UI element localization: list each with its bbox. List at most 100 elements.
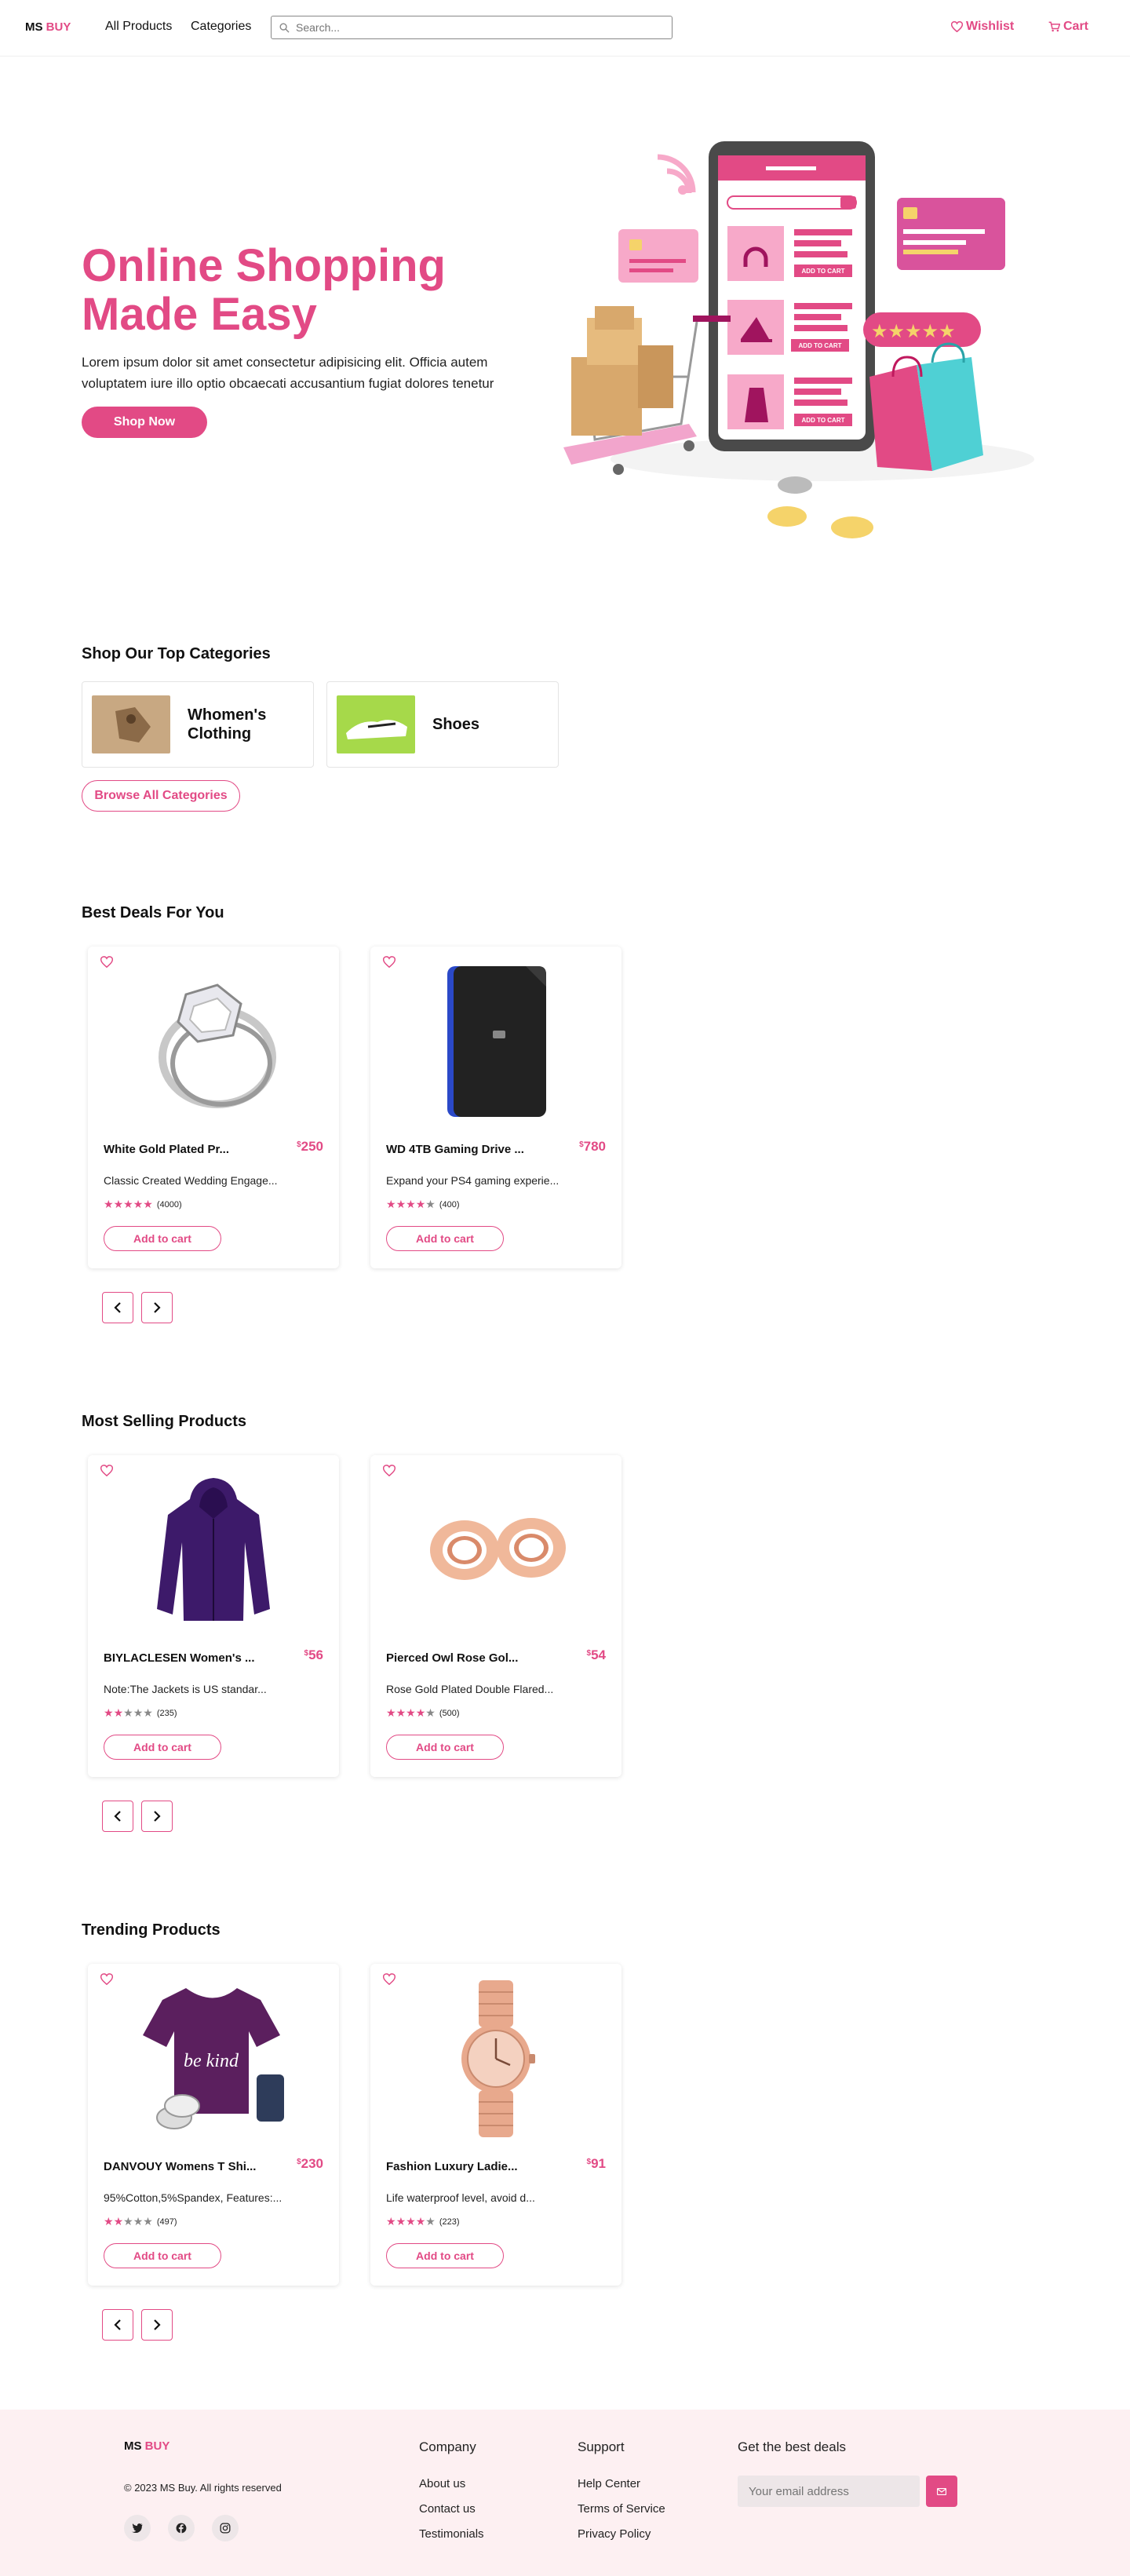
footer-link-about[interactable]: About us	[419, 2477, 465, 2490]
earrings-icon[interactable]	[417, 1468, 574, 1633]
star-icon: ★	[113, 1706, 124, 1719]
add-to-cart-button[interactable]: Add to cart	[104, 2243, 221, 2268]
footer-link-terms[interactable]: Terms of Service	[578, 2502, 665, 2516]
wishlist-heart-icon[interactable]	[382, 1973, 396, 1989]
nav-all-products[interactable]: All Products	[105, 20, 172, 34]
shop-now-button[interactable]: Shop Now	[82, 407, 207, 438]
product-description: 95%Cotton,5%Spandex, Features:...	[104, 2191, 282, 2204]
category-image-womens-clothing	[92, 695, 170, 753]
product-price: $91	[587, 2156, 606, 2172]
add-to-cart-button[interactable]: Add to cart	[386, 1226, 504, 1251]
product-rating: ★ ★ ★ ★ ★ (4000)	[104, 1198, 182, 1211]
carousel-prev-button[interactable]	[102, 1292, 133, 1323]
product-name[interactable]: Fashion Luxury Ladie...	[386, 2160, 551, 2173]
star-icon: ★	[406, 1198, 416, 1210]
browse-all-categories-button[interactable]: Browse All Categories	[82, 780, 240, 812]
ring-icon[interactable]	[135, 959, 292, 1124]
price-currency: $	[297, 2158, 301, 2166]
footer: MS BUY © 2023 MS Buy. All rights reserve…	[0, 2410, 1130, 2576]
star-icon: ★	[406, 1706, 416, 1719]
copyright: © 2023 MS Buy. All rights reserved	[124, 2482, 282, 2494]
star-icon: ★	[143, 1198, 153, 1210]
carousel-next-button[interactable]	[141, 2309, 173, 2341]
product-description: Note:The Jackets is US standar...	[104, 1683, 267, 1695]
star-icon: ★	[143, 2215, 153, 2228]
tshirt-icon[interactable]: be kind	[135, 1976, 292, 2141]
product-rating: ★ ★ ★ ★ ★ (400)	[386, 1198, 460, 1211]
carousel-next-button[interactable]	[141, 1801, 173, 1832]
product-card[interactable]: be kind DANVOUY Womens T Shi... $230 95%…	[88, 1964, 339, 2286]
star-icon: ★	[386, 1198, 396, 1210]
footer-link-testimonials[interactable]: Testimonials	[419, 2527, 484, 2541]
carousel-prev-button[interactable]	[102, 1801, 133, 1832]
wishlist-heart-icon[interactable]	[100, 1465, 114, 1480]
footer-link-help[interactable]: Help Center	[578, 2477, 640, 2490]
product-description: Expand your PS4 gaming experie...	[386, 1174, 560, 1187]
product-card[interactable]: White Gold Plated Pr... $250 Classic Cre…	[88, 947, 339, 1268]
footer-logo-ms: MS	[124, 2439, 142, 2453]
star-icon: ★	[396, 2215, 406, 2228]
product-card[interactable]: BIYLACLESEN Women's ... $56 Note:The Jac…	[88, 1455, 339, 1777]
jacket-icon[interactable]	[135, 1468, 292, 1633]
footer-link-contact[interactable]: Contact us	[419, 2502, 476, 2516]
product-description: Rose Gold Plated Double Flared...	[386, 1683, 554, 1695]
footer-logo[interactable]: MS BUY	[124, 2439, 170, 2453]
logo[interactable]: MS BUY	[25, 20, 71, 34]
category-card-shoes[interactable]: Shoes	[326, 681, 559, 768]
product-rating: ★ ★ ★ ★ ★ (223)	[386, 2215, 460, 2228]
product-description: Classic Created Wedding Engage...	[104, 1174, 278, 1187]
star-icon: ★	[133, 1198, 144, 1210]
newsletter-send-button[interactable]	[926, 2476, 957, 2507]
product-name[interactable]: BIYLACLESEN Women's ...	[104, 1651, 268, 1665]
category-label: Shoes	[432, 716, 480, 733]
price-value: 250	[301, 1139, 323, 1154]
add-to-cart-button[interactable]: Add to cart	[104, 1226, 221, 1251]
product-card[interactable]: Fashion Luxury Ladie... $91 Life waterpr…	[370, 1964, 622, 2286]
add-to-cart-button[interactable]: Add to cart	[386, 1735, 504, 1760]
twitter-icon[interactable]	[124, 2515, 151, 2541]
product-description: Life waterproof level, avoid d...	[386, 2191, 535, 2204]
watch-icon[interactable]	[417, 1976, 574, 2141]
newsletter-email-input[interactable]	[738, 2476, 920, 2507]
product-price: $56	[304, 1647, 323, 1663]
footer-link-privacy[interactable]: Privacy Policy	[578, 2527, 651, 2541]
price-currency: $	[579, 1140, 584, 1149]
star-icon: ★	[104, 1198, 114, 1210]
wishlist-button[interactable]: Wishlist	[951, 20, 1014, 34]
price-value: 230	[301, 2156, 323, 2171]
star-icon: ★	[425, 1706, 436, 1719]
product-name[interactable]: White Gold Plated Pr...	[104, 1143, 268, 1156]
category-card-womens-clothing[interactable]: Whomen's Clothing	[82, 681, 314, 768]
add-to-cart-button[interactable]: Add to cart	[104, 1735, 221, 1760]
rating-count: (223)	[439, 2217, 460, 2227]
wishlist-heart-icon[interactable]	[382, 956, 396, 972]
wishlist-heart-icon[interactable]	[100, 956, 114, 972]
cart-icon	[1048, 21, 1060, 32]
star-icon: ★	[415, 1706, 426, 1719]
product-name[interactable]: DANVOUY Womens T Shi...	[104, 2160, 268, 2173]
add-to-cart-button[interactable]: Add to cart	[386, 2243, 504, 2268]
product-card[interactable]: Pierced Owl Rose Gol... $54 Rose Gold Pl…	[370, 1455, 622, 1777]
star-icon: ★	[425, 1198, 436, 1210]
footer-logo-buy: BUY	[144, 2439, 170, 2453]
search-bar[interactable]	[271, 16, 673, 39]
facebook-icon[interactable]	[168, 2515, 195, 2541]
cart-button[interactable]: Cart	[1048, 20, 1088, 34]
top-navbar: MS BUY All Products Categories Wishlist …	[0, 0, 1130, 57]
hard-drive-icon[interactable]	[417, 959, 574, 1124]
product-price: $230	[297, 2156, 323, 2172]
star-icon: ★	[113, 2215, 124, 2228]
nav-categories[interactable]: Categories	[191, 20, 251, 34]
carousel-prev-button[interactable]	[102, 2309, 133, 2341]
search-input[interactable]	[296, 21, 657, 34]
search-icon	[279, 23, 290, 33]
hero-title: Online Shopping Made Easy	[82, 240, 446, 340]
carousel-next-button[interactable]	[141, 1292, 173, 1323]
product-name[interactable]: Pierced Owl Rose Gol...	[386, 1651, 551, 1665]
product-name[interactable]: WD 4TB Gaming Drive ...	[386, 1143, 551, 1156]
wishlist-heart-icon[interactable]	[382, 1465, 396, 1480]
wishlist-heart-icon[interactable]	[100, 1973, 114, 1989]
product-card[interactable]: WD 4TB Gaming Drive ... $780 Expand your…	[370, 947, 622, 1268]
svg-text:★★★★★: ★★★★★	[871, 320, 956, 342]
instagram-icon[interactable]	[212, 2515, 239, 2541]
